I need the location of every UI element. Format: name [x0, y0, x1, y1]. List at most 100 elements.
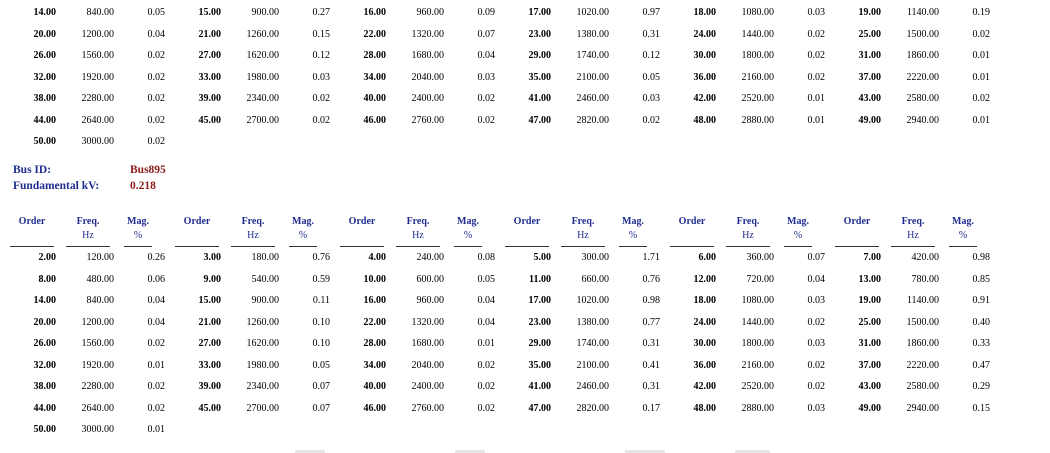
- order-cell: 34.00: [363, 359, 387, 371]
- header-label: Mag.: [457, 216, 479, 227]
- mag-cell: 0.12: [312, 50, 331, 62]
- table-row: 38.00 2280.00 0.02 39.00 2340.00 0.07 40.00 240…: [0, 376, 991, 398]
- mag-cell: 0.02: [147, 50, 166, 62]
- order-cell: 26.00: [33, 338, 57, 350]
- order-cell: 15.00: [198, 7, 222, 19]
- mag-cell: [939, 131, 990, 153]
- freq-cell: 1560.00: [81, 338, 115, 350]
- mag-header: Mag.%: [454, 215, 482, 243]
- mag-cell: 0.76: [642, 273, 661, 285]
- header-label: Freq.: [571, 216, 595, 227]
- header-label: Mag.: [787, 216, 809, 227]
- mag-cell: 0.08: [477, 252, 496, 264]
- mag-cell: 0.01: [807, 114, 826, 126]
- freq-cell: 1260.00: [246, 28, 280, 40]
- mag-cell: 0.85: [972, 273, 991, 285]
- order-cell: [165, 131, 221, 153]
- mag-cell: [279, 131, 330, 153]
- header-label: Order: [513, 216, 541, 227]
- freq-cell: 2880.00: [741, 114, 775, 126]
- freq-cell: 3000.00: [81, 136, 115, 148]
- mag-cell: 0.29: [972, 381, 991, 393]
- mag-cell: 0.02: [642, 114, 661, 126]
- order-cell: 28.00: [363, 50, 387, 62]
- order-cell: 42.00: [693, 93, 717, 105]
- header-unit: Hz: [577, 230, 589, 241]
- freq-header: Freq. Hz: [561, 215, 605, 243]
- bus-id-label: Bus ID:: [13, 164, 52, 176]
- order-cell: 26.00: [33, 50, 57, 62]
- mag-cell: 0.07: [807, 252, 826, 264]
- freq-cell: 2220.00: [906, 359, 940, 371]
- order-header: Order: [505, 215, 549, 229]
- table-row: 14.00 840.00 0.04 15.00 900.00 0.11 16.00 960.0…: [0, 290, 991, 312]
- mag-cell: 0.02: [477, 114, 496, 126]
- order-cell: 25.00: [858, 28, 882, 40]
- mag-cell: 0.04: [147, 316, 166, 328]
- mag-cell: 0.02: [972, 28, 991, 40]
- mag-cell: 0.02: [147, 402, 166, 414]
- freq-cell: 1380.00: [576, 316, 610, 328]
- freq-cell: 1740.00: [576, 50, 610, 62]
- order-cell: 21.00: [198, 28, 222, 40]
- freq-cell: 840.00: [86, 295, 115, 307]
- freq-cell: [551, 419, 609, 441]
- order-cell: 25.00: [858, 316, 882, 328]
- order-cell: 23.00: [528, 28, 552, 40]
- freq-cell: 960.00: [416, 7, 445, 19]
- freq-cell: 900.00: [251, 295, 280, 307]
- freq-cell: [881, 131, 939, 153]
- mag-cell: 0.04: [807, 273, 826, 285]
- header-unit: %: [958, 230, 968, 241]
- order-cell: 35.00: [528, 71, 552, 83]
- mag-cell: 0.02: [147, 381, 166, 393]
- freq-cell: 1080.00: [741, 7, 775, 19]
- freq-cell: 2940.00: [906, 402, 940, 414]
- freq-cell: 2040.00: [411, 71, 445, 83]
- order-cell: 12.00: [693, 273, 717, 285]
- mag-header: Mag.%: [949, 215, 977, 243]
- freq-cell: [551, 131, 609, 153]
- fundamental-kv-value: 0.218: [130, 180, 156, 192]
- freq-cell: 900.00: [251, 7, 280, 19]
- order-cell: 15.00: [198, 295, 222, 307]
- order-cell: 47.00: [528, 114, 552, 126]
- fundamental-kv-label: Fundamental kV:: [13, 180, 100, 192]
- freq-cell: 1800.00: [741, 50, 775, 62]
- mag-cell: 0.59: [312, 273, 331, 285]
- freq-cell: [716, 419, 774, 441]
- freq-header: Freq. Hz: [396, 215, 440, 243]
- mag-cell: 0.03: [312, 71, 331, 83]
- header-label: Order: [183, 216, 211, 227]
- order-cell: 43.00: [858, 381, 882, 393]
- header-unit: Hz: [247, 230, 259, 241]
- freq-cell: 2400.00: [411, 381, 445, 393]
- order-cell: 49.00: [858, 114, 882, 126]
- freq-cell: 1200.00: [81, 28, 115, 40]
- order-cell: 34.00: [363, 71, 387, 83]
- order-cell: 19.00: [858, 7, 882, 19]
- order-cell: 11.00: [529, 273, 551, 285]
- freq-cell: [881, 419, 939, 441]
- freq-cell: 1560.00: [81, 50, 115, 62]
- order-cell: 29.00: [528, 338, 552, 350]
- order-cell: 21.00: [198, 316, 222, 328]
- order-cell: 28.00: [363, 338, 387, 350]
- mag-cell: 0.31: [642, 338, 661, 350]
- order-cell: [165, 419, 221, 441]
- header-label: Mag.: [127, 216, 149, 227]
- mag-cell: 0.98: [972, 252, 991, 264]
- order-cell: [825, 131, 881, 153]
- freq-cell: 480.00: [86, 273, 115, 285]
- order-cell: 50.00: [33, 424, 57, 436]
- freq-header: Freq. Hz: [66, 215, 110, 243]
- freq-cell: 2760.00: [411, 402, 445, 414]
- freq-cell: 1680.00: [411, 338, 445, 350]
- mag-cell: 0.04: [477, 295, 496, 307]
- freq-cell: 2340.00: [246, 93, 280, 105]
- header-unit: %: [628, 230, 638, 241]
- freq-cell: 1320.00: [411, 316, 445, 328]
- mag-cell: 0.03: [807, 338, 826, 350]
- header-label: Mag.: [292, 216, 314, 227]
- mag-cell: 0.02: [147, 93, 166, 105]
